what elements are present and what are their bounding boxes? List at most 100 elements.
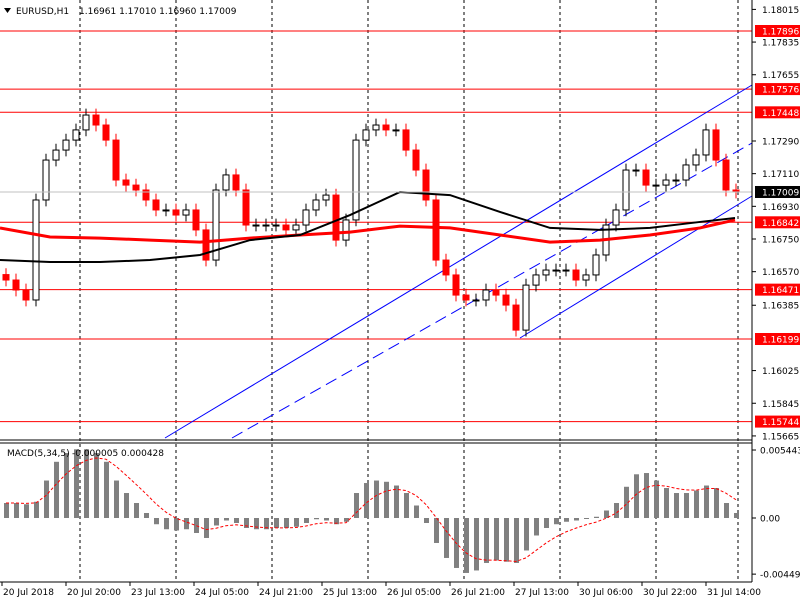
macd-bar (254, 518, 259, 530)
candle-body (642, 169, 650, 186)
candle-body (532, 274, 540, 286)
time-tick-label: 27 Jul 13:00 (515, 588, 569, 598)
macd-bar (164, 518, 169, 530)
price-tick-label: 1.18015 (762, 6, 799, 16)
candle-body (462, 294, 470, 301)
candle-body (682, 164, 690, 181)
macd-tick-label: -0.004494 (760, 571, 800, 581)
macd-bar (54, 461, 59, 518)
macd-bar (84, 449, 89, 518)
macd-bar (394, 485, 399, 518)
candle-body (232, 174, 240, 191)
macd-bar (24, 504, 29, 518)
candle-body (692, 154, 700, 166)
candle-body (242, 189, 250, 226)
macd-bar (424, 518, 429, 523)
candle-body (2, 274, 10, 281)
macd-bar (644, 473, 649, 518)
macd-bar (584, 518, 589, 519)
candle-body (132, 184, 140, 191)
macd-bar (444, 518, 449, 558)
macd-bar (34, 501, 39, 518)
price-tick-label: 1.16570 (762, 268, 799, 278)
macd-bar (64, 453, 69, 518)
time-tick-label: 30 Jul 06:00 (579, 588, 633, 598)
macd-bar (14, 503, 19, 518)
candle-body (192, 209, 200, 231)
macd-bar (204, 518, 209, 538)
candle-body (262, 224, 270, 227)
macd-bar (474, 518, 479, 571)
candle-body (702, 129, 710, 156)
candle-body (322, 194, 330, 201)
macd-bar (354, 493, 359, 518)
candle-body (562, 269, 570, 272)
candle-body (202, 229, 210, 261)
candle-body (482, 289, 490, 301)
candle-body (162, 209, 170, 212)
macd-bar (484, 518, 489, 563)
candle-body (122, 179, 130, 186)
candle-body (412, 149, 420, 171)
macd-header: MACD(5,34,5) -0.000005 0.000428 (7, 449, 164, 459)
candle-body (222, 174, 230, 191)
macd-bar (144, 513, 149, 518)
macd-bar (404, 493, 409, 518)
macd-bar (154, 518, 159, 525)
macd-bar (214, 518, 219, 526)
candle-body (182, 209, 190, 216)
macd-bar (124, 493, 129, 518)
candle-body (552, 269, 560, 272)
macd-bar (314, 518, 319, 520)
macd-bar (694, 490, 699, 518)
candle-body (572, 269, 580, 281)
macd-bar (224, 518, 229, 521)
time-tick-label: 20 Jul 20:00 (67, 588, 121, 598)
macd-bar (134, 503, 139, 518)
price-tick-label: 1.17110 (762, 170, 799, 180)
candle-body (542, 269, 550, 276)
macd-values: -0.000005 0.000428 (72, 449, 164, 459)
candle-body (622, 169, 630, 211)
candle-body (362, 129, 370, 141)
candle-body (492, 289, 500, 296)
price-tick-label: 1.17290 (762, 137, 799, 147)
time-tick-label: 26 Jul 21:00 (451, 588, 505, 598)
macd-bar (614, 503, 619, 518)
candle-body (272, 224, 280, 227)
current-price-label: 1.17009 (762, 188, 799, 198)
macd-bar (704, 485, 709, 518)
macd-bar (244, 518, 249, 528)
candle-body (442, 259, 450, 276)
time-tick-label: 23 Jul 13:00 (131, 588, 185, 598)
macd-bar (94, 453, 99, 518)
macd-bar (514, 518, 519, 563)
candle-body (382, 124, 390, 131)
candle-body (652, 184, 660, 187)
candle-body (582, 274, 590, 281)
chart-header: EURUSD,H1 1.16961 1.17010 1.16960 1.1700… (4, 7, 237, 17)
macd-bar (594, 516, 599, 518)
candle-body (22, 289, 30, 301)
time-tick-label: 24 Jul 05:00 (195, 588, 249, 598)
candle-body (662, 179, 670, 186)
macd-bar (684, 493, 689, 518)
macd-bar (544, 518, 549, 528)
level-price-label: 1.16471 (762, 286, 799, 296)
macd-bar (114, 480, 119, 518)
candle-body (592, 254, 600, 276)
chart-canvas[interactable]: 1.17896 1.17576 1.17448 1.16842 1.16471 1.161… (0, 0, 800, 600)
candle-body (12, 279, 20, 291)
price-tick-label: 1.17655 (762, 71, 799, 81)
candle-body (42, 159, 50, 201)
macd-tick-label: 0.00 (760, 515, 780, 525)
candle-body (632, 169, 640, 172)
macd-bar (564, 518, 569, 522)
macd-bar (674, 493, 679, 518)
candle-body (172, 209, 180, 216)
price-tick-label: 1.15845 (762, 400, 799, 410)
candle-body (712, 129, 720, 161)
candle-body (292, 224, 300, 231)
candle-body (402, 129, 410, 151)
candle-body (92, 114, 100, 126)
